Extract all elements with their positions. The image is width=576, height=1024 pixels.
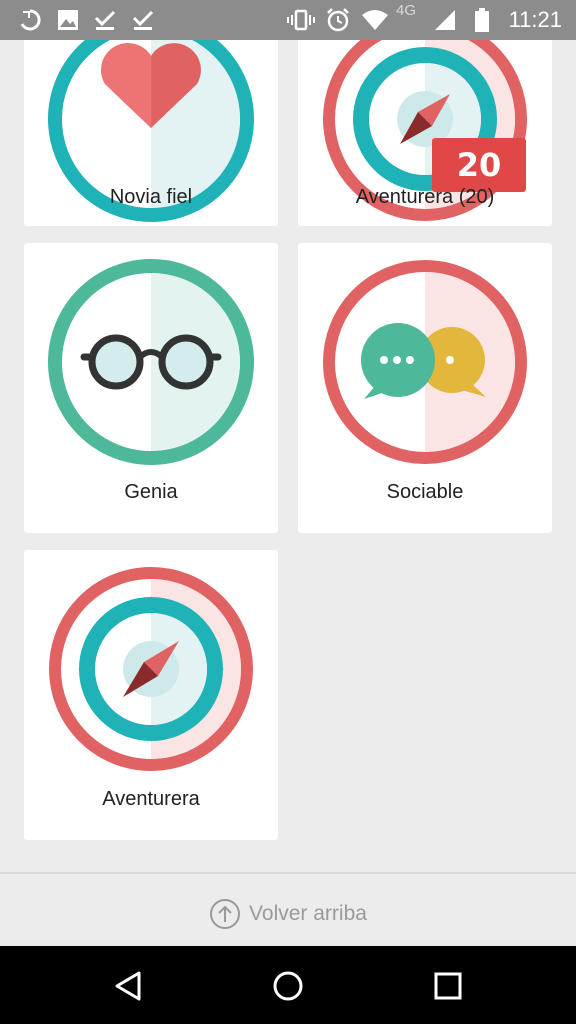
check-icon — [130, 6, 156, 34]
badges-grid: Novia fiel 20 Aventurera (20) Genia Soci… — [0, 40, 576, 874]
badge-label: Genia — [124, 481, 178, 503]
back-to-top-label: Volver arriba — [249, 902, 367, 925]
badge-label: Aventurera — [102, 788, 200, 810]
arrow-up-circle-icon — [210, 899, 241, 929]
back-to-top-link[interactable]: Volver arriba — [0, 898, 576, 930]
image-icon — [56, 6, 80, 34]
badge-card[interactable]: Aventurera — [24, 550, 278, 840]
compass-badge-icon — [49, 567, 253, 771]
badge-card[interactable]: Sociable — [298, 243, 552, 533]
data-saver-icon — [16, 6, 44, 34]
signal-icon — [432, 6, 458, 34]
footer: Volver arriba — [0, 874, 576, 946]
back-triangle-icon[interactable] — [108, 966, 148, 1006]
network-type: 4G — [396, 2, 417, 19]
status-bar: 4G 11:21 — [0, 0, 576, 40]
badge-label: Aventurera (20) — [355, 186, 495, 208]
badge-card[interactable]: Novia fiel — [24, 40, 278, 226]
battery-icon — [472, 6, 492, 34]
glasses-badge-icon — [48, 259, 254, 465]
clock: 11:21 — [508, 7, 562, 32]
badge-card[interactable]: Genia — [24, 243, 278, 533]
vibrate-icon — [286, 6, 316, 34]
home-circle-icon[interactable] — [268, 966, 308, 1006]
count-badge-text: 20 — [456, 146, 502, 184]
navigation-bar — [0, 946, 576, 1024]
badge-card[interactable]: 20 Aventurera (20) — [298, 40, 552, 226]
chat-bubbles-badge-icon — [323, 260, 527, 464]
alarm-icon — [324, 6, 352, 34]
count-badge: 20 — [432, 138, 526, 192]
recents-square-icon[interactable] — [428, 966, 468, 1006]
check-icon — [92, 6, 118, 34]
wifi-icon — [360, 6, 390, 34]
badge-label: Novia fiel — [109, 186, 193, 208]
badge-label: Sociable — [386, 481, 464, 503]
